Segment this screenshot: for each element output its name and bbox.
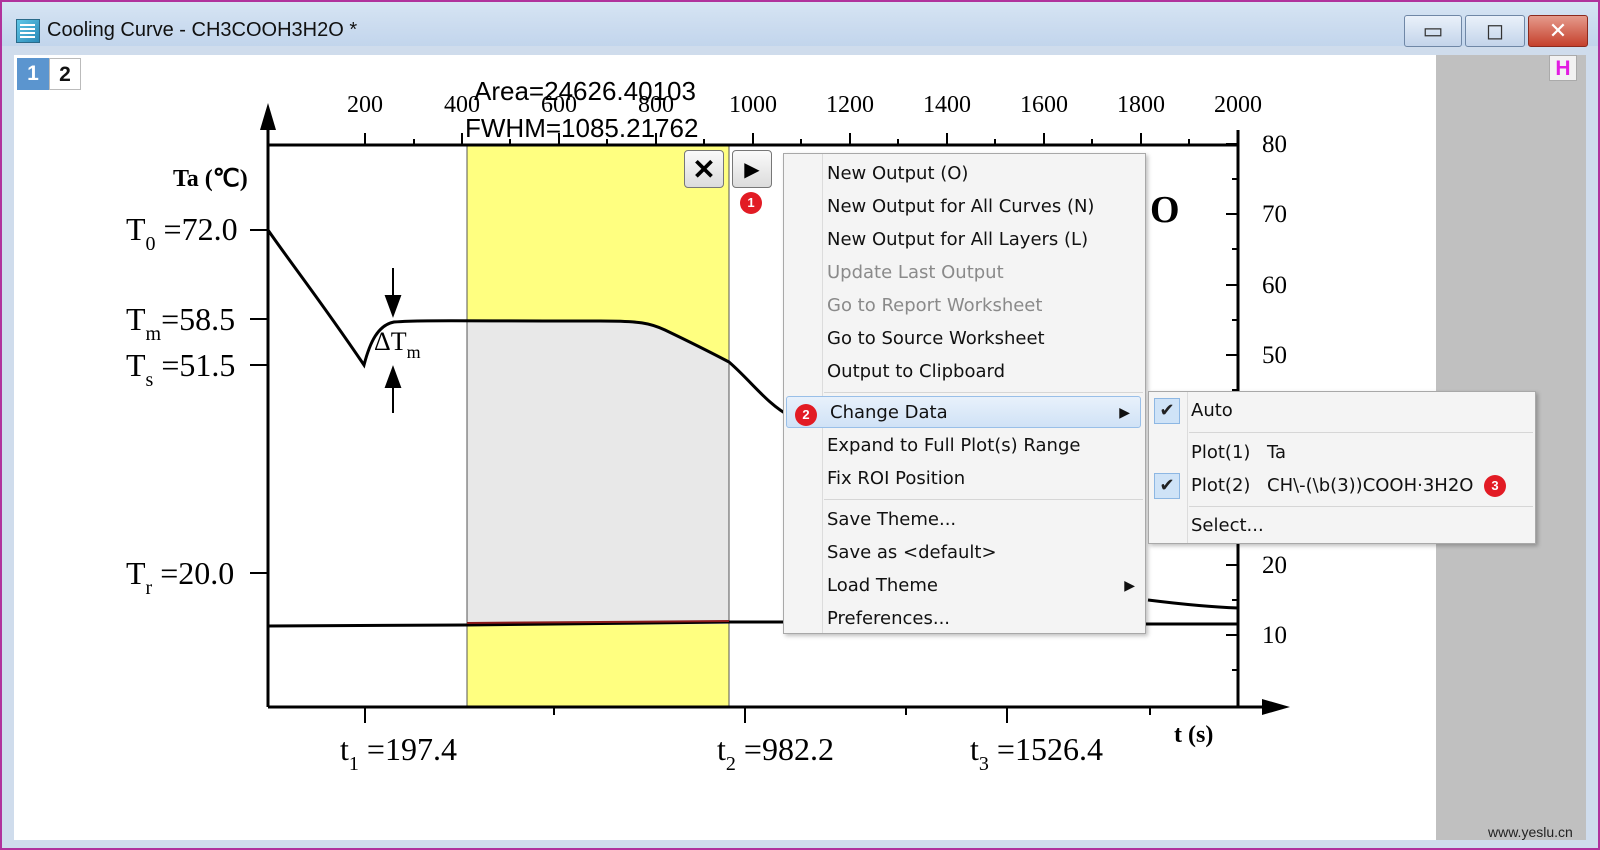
step-badge-1: 1 [740,192,762,214]
menu-item-label: Change Data [830,402,948,423]
y-axis-arrow-icon [260,103,276,130]
roi-context-menu: New Output (O) New Output for All Curves… [783,153,1146,634]
submenu-item-label: Select... [1191,515,1264,536]
menu-separator [824,499,1143,500]
top-tick-label: 2000 [1214,92,1262,118]
right-tick-label: 10 [1262,622,1287,649]
right-tick-label: 60 [1262,272,1287,299]
t0-label: T0 =72.0 [126,211,238,255]
roi-shaded-area [467,321,729,626]
roi-fwhm-label: FWHM=1085.21762 [465,113,698,143]
t2-label: t2 =982.2 [717,731,834,775]
submenu-arrow-icon: ▶ [1124,578,1135,594]
submenu-arrow-icon: ▶ [1119,405,1130,421]
menu-item-fix-roi[interactable]: Fix ROI Position [784,463,1145,495]
top-tick-label: 200 [347,92,383,118]
menu-item-change-data[interactable]: Change Data ▶ [786,396,1141,428]
menu-item-new-output[interactable]: New Output (O) [784,158,1145,190]
menu-item-label: Load Theme [827,575,938,596]
delta-tm-label: ΔTm [374,327,421,362]
submenu-item-auto[interactable]: ✔ Auto [1149,395,1535,427]
menu-item-save-default[interactable]: Save as <default> [784,537,1145,569]
menu-item-go-to-report[interactable]: Go to Report Worksheet [784,290,1145,322]
roi-menu-button[interactable]: ▶ [732,150,772,188]
right-tick-label: 70 [1262,201,1287,228]
menu-item-new-output-all-curves[interactable]: New Output for All Curves (N) [784,191,1145,223]
check-icon: ✔ [1154,398,1180,424]
menu-item-update-last-output[interactable]: Update Last Output [784,257,1145,289]
right-tick-label: 50 [1262,342,1287,369]
submenu-item-dataset: Ta [1267,442,1287,463]
right-tick-label: 20 [1262,552,1287,579]
submenu-item-label: Plot(1) [1191,442,1251,463]
submenu-item-label: Auto [1191,400,1233,421]
roi-close-button[interactable]: ✕ [684,150,724,188]
play-arrow-icon: ▶ [744,159,760,181]
submenu-item-dataset: CH\-(\b(3))COOH·3H2O [1267,475,1474,496]
x-axis-arrow-icon [1262,699,1290,715]
submenu-item-plot1[interactable]: Plot(1) Ta [1149,437,1535,469]
plot-title-fragment: O [1150,189,1180,231]
right-tick-label: 80 [1262,131,1287,158]
roi-area-label: Area=24626.40103 [474,76,696,106]
menu-item-preferences[interactable]: Preferences... [784,603,1145,635]
tm-label: Tm=58.5 [126,301,235,345]
bottom-axis-ticks [364,707,1151,723]
cooling-curve-tail[interactable] [1147,598,1239,610]
submenu-item-label: Plot(2) [1191,475,1251,496]
menu-item-output-clipboard[interactable]: Output to Clipboard [784,356,1145,388]
x-axis-label: t (s) [1174,722,1213,748]
y-axis-label: Ta (℃) [173,166,248,192]
menu-separator [824,392,1143,393]
ts-label: Ts =51.5 [126,347,235,391]
top-tick-label: 1600 [1020,92,1068,118]
submenu-item-select[interactable]: Select... [1149,510,1535,542]
right-axis-labels: 80 70 60 50 20 10 [1262,131,1287,649]
menu-separator [1189,506,1533,507]
step-badge-3: 3 [1484,475,1506,497]
check-icon: ✔ [1154,473,1180,499]
top-tick-label: 1000 [729,92,777,118]
step-badge-2: 2 [795,404,817,426]
top-tick-label: 1200 [826,92,874,118]
close-icon: ✕ [692,154,716,185]
menu-item-load-theme[interactable]: Load Theme ▶ [784,570,1145,602]
t1-label: t1 =197.4 [340,731,457,775]
top-tick-label: 1800 [1117,92,1165,118]
top-tick-label: 1400 [923,92,971,118]
t3-label: t3 =1526.4 [970,731,1103,775]
left-axis-ticks [250,229,268,574]
tr-label: Tr =20.0 [126,555,234,599]
menu-item-new-output-all-layers[interactable]: New Output for All Layers (L) [784,224,1145,256]
change-data-submenu: ✔ Auto Plot(1) Ta ✔ Plot(2) CH\-(\b(3))C… [1148,391,1536,544]
menu-item-expand-full-range[interactable]: Expand to Full Plot(s) Range [784,430,1145,462]
menu-item-save-theme[interactable]: Save Theme... [784,504,1145,536]
menu-item-go-to-source[interactable]: Go to Source Worksheet [784,323,1145,355]
menu-separator [1189,432,1533,433]
submenu-item-plot2[interactable]: ✔ Plot(2) CH\-(\b(3))COOH·3H2O [1149,470,1535,502]
